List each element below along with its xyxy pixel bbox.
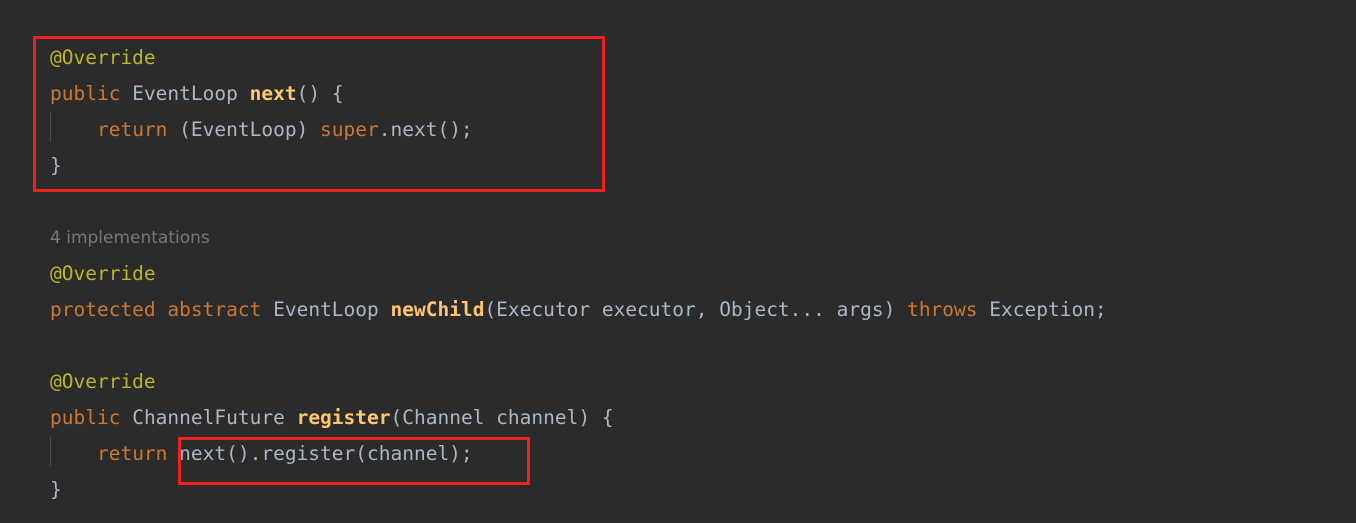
- code-token: EventLoop: [132, 82, 238, 105]
- code-line[interactable]: public ChannelFuture register(Channel ch…: [50, 400, 1107, 436]
- code-content[interactable]: @Override public EventLoop next() { retur…: [50, 40, 1107, 508]
- code-token: @Override: [50, 262, 156, 285]
- code-line[interactable]: [50, 184, 1107, 220]
- code-line[interactable]: protected abstract EventLoop newChild(Ex…: [50, 292, 1107, 328]
- code-token: (EventLoop): [167, 118, 321, 141]
- code-token: Exception;: [977, 298, 1107, 321]
- code-token: return: [96, 118, 168, 141]
- code-editor-viewport: @Override public EventLoop next() { retur…: [0, 0, 1356, 523]
- code-line[interactable]: }: [50, 472, 1107, 508]
- code-line[interactable]: @Override: [50, 364, 1107, 400]
- code-token: (Channel channel) {: [390, 406, 614, 429]
- code-token: .next();: [378, 118, 473, 141]
- code-line[interactable]: public EventLoop next() {: [50, 76, 1107, 112]
- indent-guide: [50, 112, 51, 142]
- code-line[interactable]: @Override: [50, 256, 1107, 292]
- code-token: throws: [907, 298, 978, 321]
- code-token: protected: [50, 298, 156, 321]
- code-token: public: [50, 82, 121, 105]
- code-token: register: [296, 406, 391, 429]
- implementations-hint[interactable]: 4 implementations: [50, 220, 1107, 256]
- code-line[interactable]: [50, 328, 1107, 364]
- code-token: () {: [296, 82, 344, 105]
- code-line[interactable]: return (EventLoop) super.next();: [50, 112, 1107, 148]
- code-token: ChannelFuture: [132, 406, 285, 429]
- code-token: next: [249, 82, 297, 105]
- code-token: super: [320, 118, 379, 141]
- code-token: EventLoop: [273, 298, 379, 321]
- code-token: }: [50, 154, 62, 177]
- code-line[interactable]: }: [50, 148, 1107, 184]
- code-line[interactable]: return next().register(channel);: [50, 436, 1107, 472]
- code-token: public: [50, 406, 121, 429]
- code-line[interactable]: @Override: [50, 40, 1107, 76]
- code-token: newChild: [390, 298, 485, 321]
- indent-guide: [50, 436, 51, 466]
- code-token: next().register(channel);: [167, 442, 473, 465]
- code-token: @Override: [50, 46, 156, 69]
- code-token: return: [96, 442, 168, 465]
- code-token: }: [50, 478, 62, 501]
- code-token: @Override: [50, 370, 156, 393]
- code-token: (Executor executor, Object... args): [484, 298, 908, 321]
- code-token: abstract: [167, 298, 262, 321]
